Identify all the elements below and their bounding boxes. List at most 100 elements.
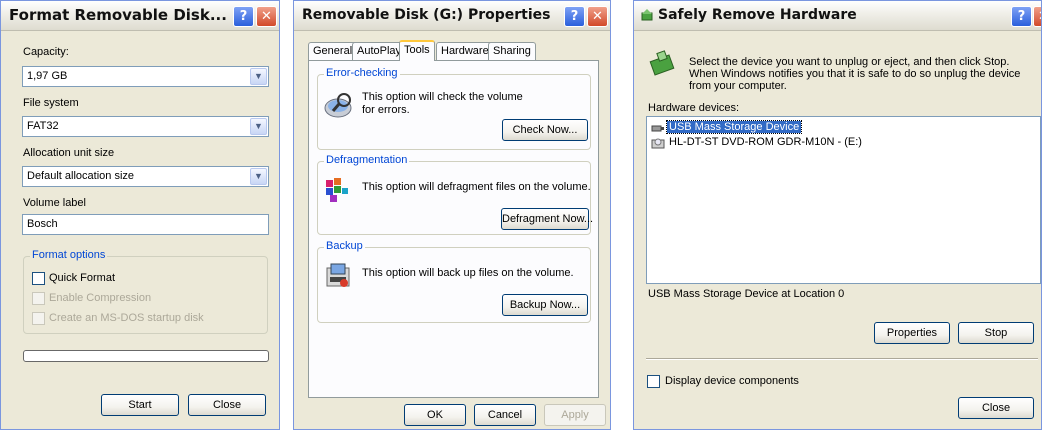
tab-general-label: General <box>313 45 353 57</box>
enable-compression-label: Enable Compression <box>49 292 152 304</box>
start-button[interactable]: Start <box>101 394 179 416</box>
enable-compression-checkbox <box>32 292 45 305</box>
format-dialog: Format Removable Disk... ? ✕ Capacity: 1… <box>0 0 280 430</box>
alloc-value: Default allocation size <box>27 170 135 182</box>
volume-label: Volume label <box>23 197 86 209</box>
backup-now-label: Backup Now... <box>509 299 581 311</box>
defragment-now-button[interactable]: Defragment Now... <box>501 208 593 230</box>
instructions-text: Select the device you want to unplug or … <box>689 56 1021 92</box>
tab-hardware-label: Hardware <box>441 45 489 57</box>
help-icon[interactable]: ? <box>233 6 254 27</box>
display-components-checkbox[interactable] <box>647 375 660 388</box>
stop-label: Stop <box>984 327 1008 339</box>
tab-sharing-label: Sharing <box>493 45 531 57</box>
device-dvd-label: HL-DT-ST DVD-ROM GDR-M10N - (E:) <box>669 136 862 148</box>
defrag-text: This option will defragment files on the… <box>362 181 591 193</box>
dvd-drive-icon <box>651 138 665 149</box>
msdos-disk-checkbox <box>32 312 45 325</box>
quick-format-label[interactable]: Quick Format <box>49 272 115 284</box>
start-button-label: Start <box>128 399 152 411</box>
safely-remove-dialog: Safely Remove Hardware ? ✕ Select the de… <box>633 0 1042 430</box>
help-icon[interactable]: ? <box>564 6 585 27</box>
ok-button[interactable]: OK <box>404 404 466 426</box>
capacity-value: 1,97 GB <box>27 70 68 82</box>
format-options-label: Format options <box>30 249 108 261</box>
safely-remove-titlebar[interactable]: Safely Remove Hardware ? ✕ <box>634 1 1041 31</box>
tab-sharing[interactable]: Sharing <box>488 42 536 60</box>
defrag-icon <box>326 178 348 202</box>
backup-icon <box>326 263 350 287</box>
filesystem-select[interactable]: FAT32 ▼ <box>22 116 269 137</box>
alloc-label: Allocation unit size <box>23 147 115 159</box>
tools-tab-panel: Error-checking This option will check th… <box>308 60 599 398</box>
properties-button[interactable]: Properties <box>874 322 950 344</box>
error-checking-label: Error-checking <box>324 67 400 79</box>
format-close-button[interactable]: Close <box>188 394 266 416</box>
backup-label: Backup <box>324 240 365 252</box>
backup-now-button[interactable]: Backup Now... <box>502 294 588 316</box>
format-options-group: Format options Quick Format Enable Compr… <box>23 249 268 334</box>
format-progress-bar <box>23 350 269 362</box>
format-close-label: Close <box>212 399 242 411</box>
error-check-icon <box>324 93 352 118</box>
defrag-group: Defragmentation This option will defragm… <box>317 154 593 235</box>
volume-value: Bosch <box>27 218 58 230</box>
msdos-disk-label: Create an MS-DOS startup disk <box>49 312 204 324</box>
apply-label: Apply <box>561 409 589 421</box>
tab-tools[interactable]: Tools <box>399 40 435 61</box>
tab-autoplay-label: AutoPlay <box>357 45 402 57</box>
format-body: Capacity: 1,97 GB ▼ File system FAT32 ▼ … <box>1 32 279 429</box>
cancel-label: Cancel <box>487 409 523 421</box>
tab-general[interactable]: General <box>308 42 358 60</box>
tab-tools-label: Tools <box>404 44 430 56</box>
safely-remove-body: Select the device you want to unplug or … <box>634 32 1041 429</box>
safely-remove-icon <box>649 50 675 76</box>
check-now-button[interactable]: Check Now... <box>502 119 588 141</box>
safely-remove-close-label: Close <box>981 402 1011 414</box>
device-usb-label: USB Mass Storage Device <box>665 120 803 134</box>
properties-dialog: Removable Disk (G:) Properties ? ✕ Gener… <box>293 0 611 430</box>
error-checking-text: This option will check the volume for er… <box>362 91 523 116</box>
safely-remove-title: Safely Remove Hardware <box>658 7 857 23</box>
filesystem-value: FAT32 <box>27 120 59 132</box>
hardware-devices-list[interactable]: USB Mass Storage Device HL-DT-ST DVD-ROM… <box>646 116 1041 284</box>
device-location-text: USB Mass Storage Device at Location 0 <box>648 288 845 300</box>
properties-label: Properties <box>886 327 938 339</box>
close-icon[interactable]: ✕ <box>256 6 277 27</box>
tab-autoplay[interactable]: AutoPlay <box>352 42 407 60</box>
volume-input[interactable]: Bosch <box>22 214 269 235</box>
backup-text: This option will back up files on the vo… <box>362 267 574 279</box>
error-checking-group: Error-checking This option will check th… <box>317 67 591 150</box>
hardware-devices-label: Hardware devices: <box>648 102 740 114</box>
capacity-select[interactable]: 1,97 GB ▼ <box>22 66 269 87</box>
quick-format-checkbox[interactable] <box>32 272 45 285</box>
alloc-select[interactable]: Default allocation size ▼ <box>22 166 269 187</box>
capacity-label: Capacity: <box>23 46 69 58</box>
properties-titlebar[interactable]: Removable Disk (G:) Properties ? ✕ <box>294 1 610 31</box>
format-titlebar[interactable]: Format Removable Disk... ? ✕ <box>1 1 279 31</box>
defrag-label: Defragmentation <box>324 154 410 166</box>
dropdown-arrow-icon[interactable]: ▼ <box>250 168 267 185</box>
cancel-button[interactable]: Cancel <box>474 404 536 426</box>
properties-title: Removable Disk (G:) Properties <box>302 7 551 23</box>
dropdown-arrow-icon[interactable]: ▼ <box>250 118 267 135</box>
check-now-label: Check Now... <box>512 124 578 136</box>
display-components-label[interactable]: Display device components <box>665 375 799 387</box>
safely-remove-close-button[interactable]: Close <box>958 397 1034 419</box>
safely-remove-icon <box>641 9 653 21</box>
stop-button[interactable]: Stop <box>958 322 1034 344</box>
apply-button: Apply <box>544 404 606 426</box>
format-title: Format Removable Disk... <box>9 6 227 24</box>
usb-icon <box>651 125 664 132</box>
properties-body: General AutoPlay Tools Hardware Sharing … <box>294 32 610 429</box>
filesystem-label: File system <box>23 97 79 109</box>
ok-label: OK <box>427 409 443 421</box>
dropdown-arrow-icon[interactable]: ▼ <box>250 68 267 85</box>
defragment-now-label: Defragment Now... <box>502 213 594 225</box>
separator <box>646 358 1038 360</box>
backup-group: Backup This option will back up files on… <box>317 240 591 323</box>
tab-hardware[interactable]: Hardware <box>436 42 494 60</box>
close-icon[interactable]: ✕ <box>1033 6 1041 27</box>
help-icon[interactable]: ? <box>1011 6 1032 27</box>
close-icon[interactable]: ✕ <box>587 6 608 27</box>
